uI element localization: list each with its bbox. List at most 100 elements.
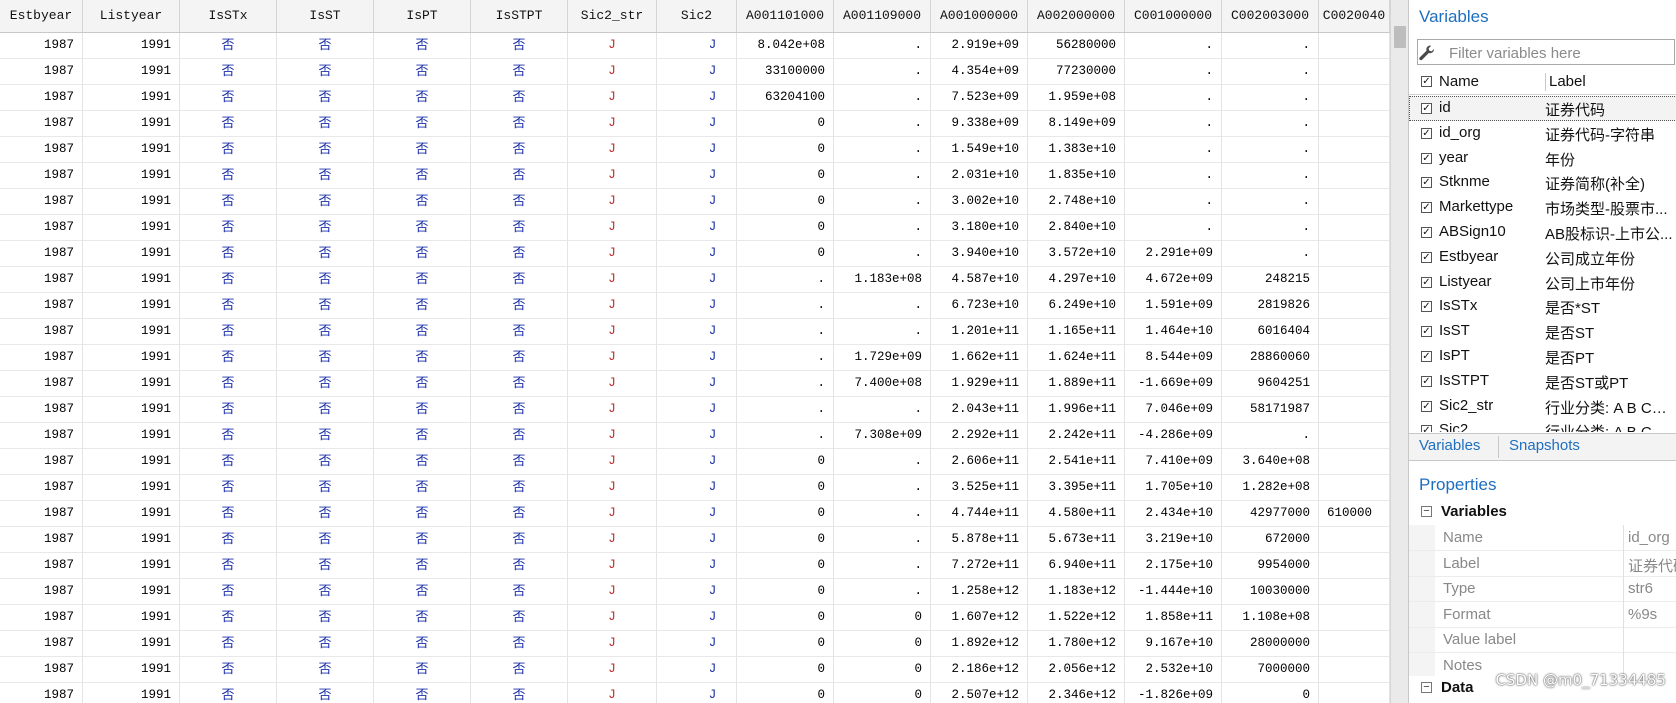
table-cell[interactable]: 1.959e+08 bbox=[1028, 85, 1125, 111]
table-row[interactable]: 1987 1991 否否否否 J J 0. 2.606e+11 2.541e+11 7.410e… bbox=[0, 449, 1390, 475]
table-cell[interactable]: 否 bbox=[471, 553, 568, 579]
table-cell[interactable]: J bbox=[568, 319, 657, 345]
table-cell[interactable]: 否 bbox=[277, 553, 374, 579]
table-cell[interactable]: . bbox=[834, 111, 931, 137]
table-cell[interactable]: 2.507e+12 bbox=[931, 683, 1028, 703]
table-cell[interactable]: 否 bbox=[277, 657, 374, 683]
column-header-a001109000[interactable]: A001109000 bbox=[834, 0, 931, 32]
table-cell[interactable] bbox=[1319, 137, 1390, 163]
table-cell[interactable]: 1991 bbox=[83, 189, 180, 215]
table-cell[interactable]: 1991 bbox=[83, 449, 180, 475]
table-cell[interactable]: J bbox=[568, 501, 657, 527]
table-cell[interactable]: 3.640e+08 bbox=[1222, 449, 1319, 475]
table-cell[interactable]: 1987 bbox=[0, 553, 83, 579]
table-cell[interactable]: 否 bbox=[277, 111, 374, 137]
variable-row[interactable]: ✓ Stknme 证券简称(补全) bbox=[1409, 170, 1676, 195]
table-cell[interactable]: 1.624e+11 bbox=[1028, 345, 1125, 371]
table-cell[interactable]: 1987 bbox=[0, 397, 83, 423]
table-cell[interactable]: 否 bbox=[180, 527, 277, 553]
variable-row[interactable]: ✓ Markettype 市场类型-股票市... bbox=[1409, 195, 1676, 220]
table-cell[interactable] bbox=[1319, 475, 1390, 501]
column-header-sic2[interactable]: Sic2 bbox=[657, 0, 737, 32]
table-cell[interactable]: 否 bbox=[180, 683, 277, 703]
table-cell[interactable]: 1.889e+11 bbox=[1028, 371, 1125, 397]
table-cell[interactable]: . bbox=[1125, 33, 1222, 59]
table-cell[interactable]: 2.346e+12 bbox=[1028, 683, 1125, 703]
checkbox-checked-icon[interactable]: ✓ bbox=[1421, 103, 1432, 114]
variables-list[interactable]: ✓ id 证券代码 ✓ id_org 证券代码-字符串 ✓ year 年份 ✓ Stknme 证券简称… bbox=[1409, 96, 1676, 432]
table-cell[interactable]: J bbox=[657, 423, 737, 449]
table-row[interactable]: 1987 1991 否否否否 J J 8.042e+08. 2.919e+09 5628000… bbox=[0, 33, 1390, 59]
variable-row[interactable]: ✓ id_org 证券代码-字符串 bbox=[1409, 121, 1676, 146]
checkbox-checked-icon[interactable]: ✓ bbox=[1421, 152, 1432, 164]
table-cell[interactable]: 2.919e+09 bbox=[931, 33, 1028, 59]
checkbox-checked-icon[interactable]: ✓ bbox=[1421, 375, 1432, 387]
table-cell[interactable]: J bbox=[657, 241, 737, 267]
table-cell[interactable]: 否 bbox=[180, 319, 277, 345]
checkbox-checked-icon[interactable]: ✓ bbox=[1421, 326, 1432, 338]
table-cell[interactable]: J bbox=[568, 215, 657, 241]
table-cell[interactable]: 否 bbox=[471, 605, 568, 631]
table-cell[interactable]: 1991 bbox=[83, 553, 180, 579]
table-cell[interactable]: 否 bbox=[471, 59, 568, 85]
table-row[interactable]: 1987 1991 否否否否 J J.. 2.043e+11 1.996e+11 7.046e… bbox=[0, 397, 1390, 423]
table-cell[interactable]: . bbox=[834, 85, 931, 111]
table-cell[interactable]: 否 bbox=[277, 319, 374, 345]
table-cell[interactable]: 否 bbox=[374, 163, 471, 189]
table-cell[interactable]: J bbox=[568, 345, 657, 371]
variable-row[interactable]: ✓ IsST 是否ST bbox=[1409, 319, 1676, 344]
table-cell[interactable]: 否 bbox=[374, 345, 471, 371]
table-cell[interactable]: 否 bbox=[277, 683, 374, 703]
table-cell[interactable]: J bbox=[657, 501, 737, 527]
table-cell[interactable]: 1.108e+08 bbox=[1222, 605, 1319, 631]
checkbox-checked-icon[interactable]: ✓ bbox=[1421, 400, 1432, 412]
table-cell[interactable]: 否 bbox=[471, 267, 568, 293]
table-cell[interactable]: 否 bbox=[374, 319, 471, 345]
table-cell[interactable]: 否 bbox=[277, 163, 374, 189]
table-cell[interactable]: 5.673e+11 bbox=[1028, 527, 1125, 553]
table-cell[interactable]: 1991 bbox=[83, 527, 180, 553]
table-cell[interactable]: 1.892e+12 bbox=[931, 631, 1028, 657]
column-header-c002003000[interactable]: C002003000 bbox=[1222, 0, 1319, 32]
table-cell[interactable]: -1.826e+09 bbox=[1125, 683, 1222, 703]
table-cell[interactable]: 否 bbox=[471, 527, 568, 553]
table-cell[interactable]: 否 bbox=[180, 475, 277, 501]
table-cell[interactable]: . bbox=[1222, 423, 1319, 449]
table-cell[interactable]: J bbox=[657, 657, 737, 683]
table-cell[interactable] bbox=[1319, 59, 1390, 85]
table-cell[interactable]: 1991 bbox=[83, 605, 180, 631]
table-cell[interactable]: 2.175e+10 bbox=[1125, 553, 1222, 579]
table-cell[interactable]: 1991 bbox=[83, 241, 180, 267]
table-cell[interactable]: 1991 bbox=[83, 475, 180, 501]
table-cell[interactable]: J bbox=[568, 163, 657, 189]
checkbox-checked-icon[interactable]: ✓ bbox=[1421, 251, 1432, 263]
table-cell[interactable]: 否 bbox=[277, 189, 374, 215]
table-cell[interactable]: 1987 bbox=[0, 345, 83, 371]
checkbox-checked-icon[interactable]: ✓ bbox=[1421, 301, 1432, 313]
table-cell[interactable]: 2.242e+11 bbox=[1028, 423, 1125, 449]
table-cell[interactable]: 否 bbox=[374, 59, 471, 85]
table-cell[interactable]: 1.835e+10 bbox=[1028, 163, 1125, 189]
table-cell[interactable]: 1991 bbox=[83, 579, 180, 605]
column-header-c001000000[interactable]: C001000000 bbox=[1125, 0, 1222, 32]
table-row[interactable]: 1987 1991 否否否否 J J 0. 7.272e+11 6.940e+11 2.175e… bbox=[0, 553, 1390, 579]
table-cell[interactable]: 1991 bbox=[83, 683, 180, 703]
table-cell[interactable] bbox=[1319, 267, 1390, 293]
table-cell[interactable]: J bbox=[568, 657, 657, 683]
table-cell[interactable]: J bbox=[657, 553, 737, 579]
table-cell[interactable] bbox=[1319, 423, 1390, 449]
table-cell[interactable]: . bbox=[737, 423, 834, 449]
table-cell[interactable]: 否 bbox=[277, 267, 374, 293]
table-cell[interactable]: 否 bbox=[374, 449, 471, 475]
table-cell[interactable]: 1991 bbox=[83, 59, 180, 85]
table-cell[interactable]: 610000 bbox=[1319, 501, 1390, 527]
table-cell[interactable]: . bbox=[834, 475, 931, 501]
table-cell[interactable]: . bbox=[834, 397, 931, 423]
table-cell[interactable]: 9604251 bbox=[1222, 371, 1319, 397]
table-cell[interactable]: J bbox=[657, 579, 737, 605]
property-row[interactable]: Value label bbox=[1409, 627, 1676, 653]
table-cell[interactable]: J bbox=[568, 631, 657, 657]
table-cell[interactable]: . bbox=[1125, 189, 1222, 215]
table-cell[interactable]: 否 bbox=[471, 657, 568, 683]
table-cell[interactable]: 6.249e+10 bbox=[1028, 293, 1125, 319]
